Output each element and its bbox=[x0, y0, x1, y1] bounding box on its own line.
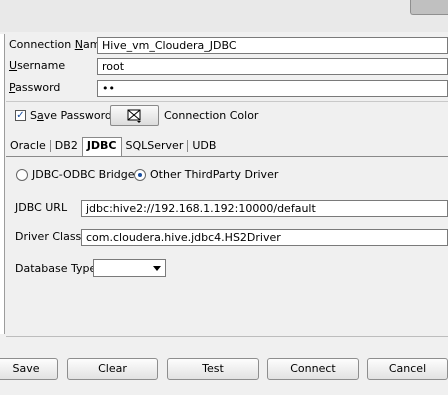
window-top-area bbox=[0, 0, 448, 32]
tab-udb[interactable]: UDB bbox=[188, 138, 220, 155]
connections-list-edge[interactable] bbox=[0, 34, 5, 334]
other-thirdparty-driver-radio[interactable] bbox=[134, 169, 146, 181]
jdbc-odbc-bridge-radio[interactable] bbox=[16, 169, 28, 181]
other-thirdparty-driver-label[interactable]: Other ThirdParty Driver bbox=[150, 168, 278, 182]
separator bbox=[6, 336, 448, 337]
driver-tabs: Oracle DB2 JDBC SQLServer UDB bbox=[6, 137, 220, 157]
save-password-checkbox[interactable]: ✓ bbox=[15, 110, 26, 121]
jdbc-url-label: JDBC URL bbox=[15, 201, 68, 214]
clear-button[interactable]: Clear bbox=[67, 358, 158, 380]
button-bar: Save Clear Test Connect Cancel bbox=[0, 358, 448, 380]
password-field[interactable]: •• bbox=[97, 80, 448, 97]
connect-button-label: Connect bbox=[290, 362, 336, 375]
chevron-down-icon bbox=[153, 266, 161, 271]
jdbc-url-field[interactable]: jdbc:hive2://192.168.1.192:10000/default bbox=[81, 200, 448, 217]
radio-selected-dot bbox=[138, 173, 142, 177]
username-label: Username bbox=[9, 59, 66, 72]
connect-button[interactable]: Connect bbox=[267, 358, 359, 380]
cancel-button[interactable]: Cancel bbox=[367, 358, 448, 380]
color-swatch-icon bbox=[127, 109, 141, 123]
save-button[interactable]: Save bbox=[0, 358, 58, 380]
cancel-button-label: Cancel bbox=[388, 362, 427, 375]
username-field[interactable]: root bbox=[97, 58, 448, 75]
clear-button-label: Clear bbox=[98, 362, 127, 375]
driver-class-value: com.cloudera.hive.jdbc4.HS2Driver bbox=[86, 231, 281, 244]
close-window-button[interactable] bbox=[410, 0, 448, 15]
jdbc-url-value: jdbc:hive2://192.168.1.192:10000/default bbox=[86, 202, 316, 215]
driver-class-label: Driver Class bbox=[15, 230, 82, 243]
test-button-label: Test bbox=[202, 362, 224, 375]
tab-jdbc[interactable]: JDBC bbox=[81, 137, 122, 157]
tab-db2[interactable]: DB2 bbox=[51, 138, 82, 155]
connection-name-field[interactable]: Hive_vm_Cloudera_JDBC bbox=[97, 37, 448, 54]
test-button[interactable]: Test bbox=[167, 358, 259, 380]
connection-name-label: Connection Name bbox=[9, 38, 108, 51]
username-value: root bbox=[102, 60, 125, 73]
password-value: •• bbox=[102, 82, 115, 95]
jdbc-tab-panel bbox=[6, 156, 448, 337]
save-button-label: Save bbox=[12, 362, 40, 375]
jdbc-odbc-bridge-label[interactable]: JDBC-ODBC Bridge bbox=[32, 168, 135, 182]
tab-oracle[interactable]: Oracle bbox=[6, 138, 50, 155]
connection-color-button[interactable] bbox=[110, 105, 159, 126]
driver-class-field[interactable]: com.cloudera.hive.jdbc4.HS2Driver bbox=[81, 229, 448, 246]
save-password-label[interactable]: Save Password bbox=[30, 109, 112, 123]
password-label: Password bbox=[9, 81, 61, 94]
connection-color-label: Connection Color bbox=[164, 109, 259, 122]
database-type-select[interactable] bbox=[93, 259, 166, 277]
connection-name-value: Hive_vm_Cloudera_JDBC bbox=[102, 39, 237, 52]
database-type-label: Database Type bbox=[15, 262, 97, 275]
tab-sqlserver[interactable]: SQLServer bbox=[122, 138, 188, 155]
separator bbox=[6, 101, 448, 102]
